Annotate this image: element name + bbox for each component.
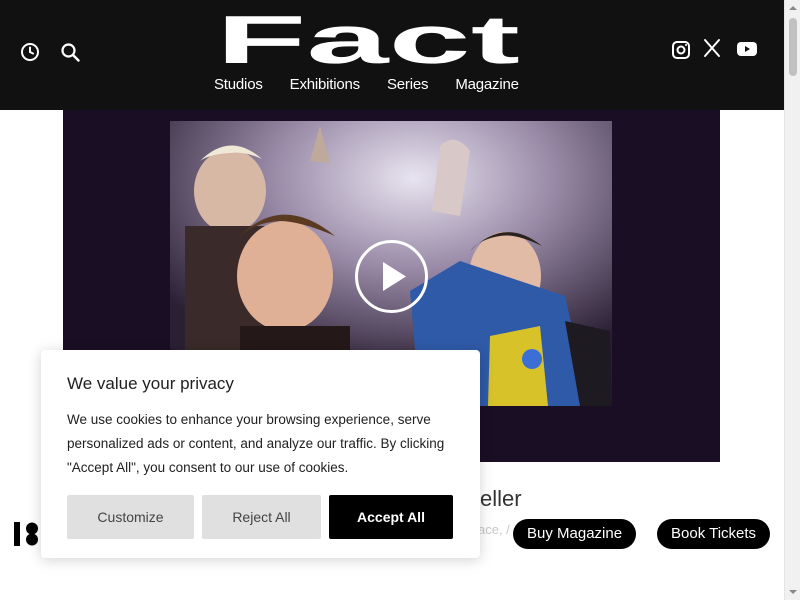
x-icon[interactable] bbox=[700, 36, 724, 60]
scrollbar[interactable] bbox=[784, 0, 800, 600]
instagram-icon[interactable] bbox=[669, 38, 693, 62]
svg-text:Fact: Fact bbox=[216, 12, 520, 66]
site-header: Fact Studios Exhibitions Series Magazine bbox=[0, 0, 784, 110]
article-title: eller bbox=[480, 486, 522, 511]
scroll-down-arrow[interactable] bbox=[785, 584, 800, 600]
search-icon[interactable] bbox=[58, 40, 82, 64]
scroll-thumb[interactable] bbox=[789, 18, 797, 76]
customize-button[interactable]: Customize bbox=[67, 495, 194, 539]
book-tickets-button[interactable]: Book Tickets bbox=[657, 519, 771, 549]
fact-logo[interactable]: Fact bbox=[214, 12, 522, 66]
fact-mark-icon[interactable] bbox=[14, 522, 40, 546]
youtube-icon[interactable] bbox=[735, 37, 759, 61]
scroll-up-arrow[interactable] bbox=[785, 0, 800, 16]
cookie-consent-dialog: We value your privacy We use cookies to … bbox=[41, 350, 480, 558]
buy-magazine-button[interactable]: Buy Magazine bbox=[513, 519, 637, 549]
cookie-text: We use cookies to enhance your browsing … bbox=[67, 412, 445, 475]
nav-studios[interactable]: Studios bbox=[214, 76, 263, 93]
reject-all-button[interactable]: Reject All bbox=[202, 495, 321, 539]
play-button[interactable] bbox=[354, 239, 429, 314]
nav-series[interactable]: Series bbox=[387, 76, 429, 93]
cookie-title: We value your privacy bbox=[67, 374, 234, 393]
accept-all-button[interactable]: Accept All bbox=[329, 495, 453, 539]
clock-icon[interactable] bbox=[18, 40, 42, 64]
nav-exhibitions[interactable]: Exhibitions bbox=[290, 76, 361, 93]
nav-magazine[interactable]: Magazine bbox=[455, 76, 519, 93]
main-nav: Studios Exhibitions Series Magazine bbox=[214, 76, 519, 93]
